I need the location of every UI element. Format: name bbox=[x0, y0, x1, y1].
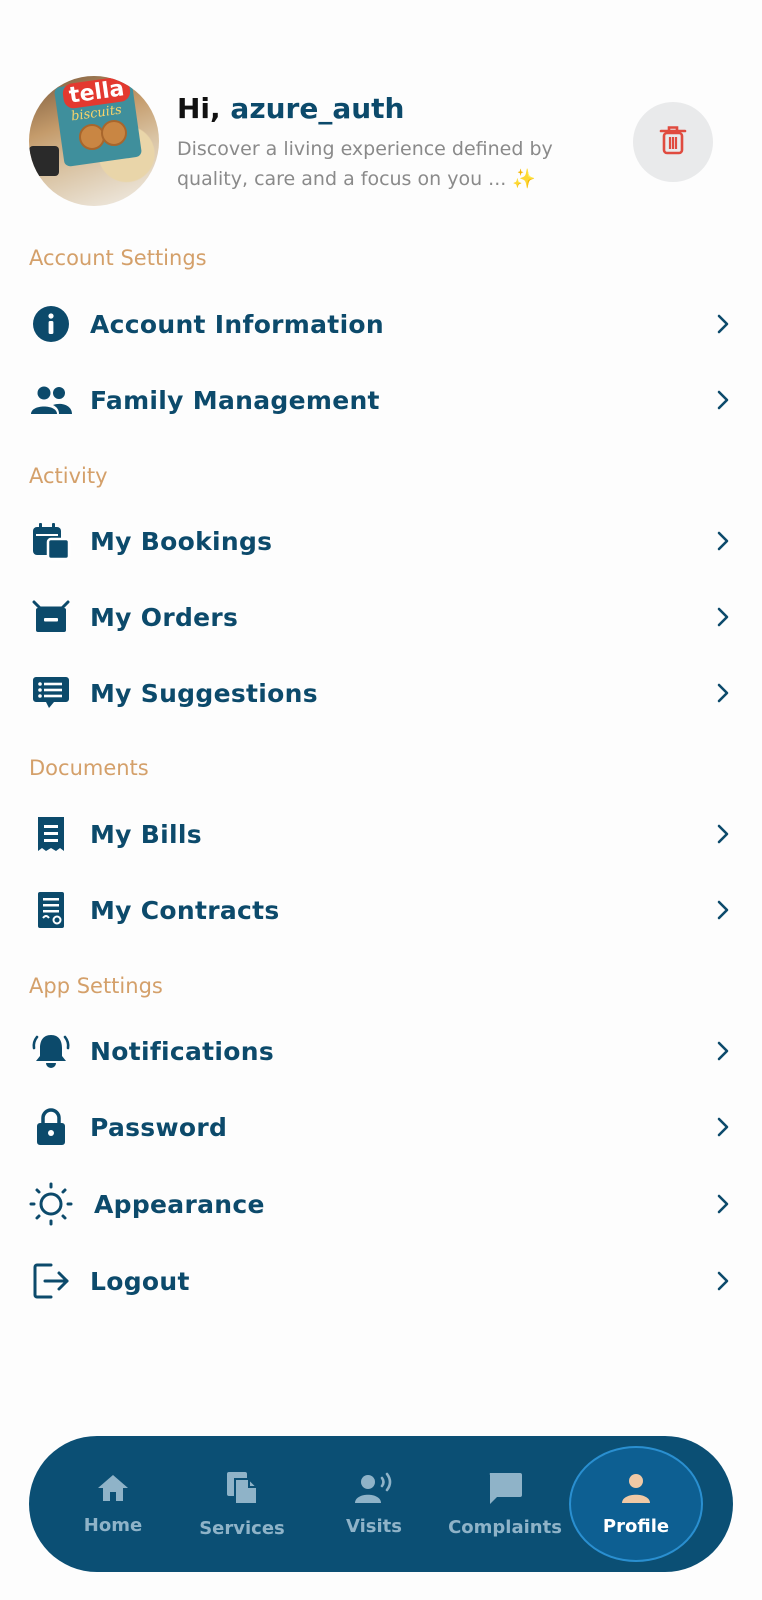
suggestion-icon bbox=[29, 671, 73, 715]
basket-icon bbox=[29, 595, 73, 639]
nav-services[interactable]: Services bbox=[177, 1436, 307, 1572]
sun-icon bbox=[29, 1182, 73, 1226]
chevron-right-icon bbox=[712, 313, 734, 335]
section-title-account-settings: Account Settings bbox=[29, 246, 207, 270]
chevron-right-icon bbox=[712, 606, 734, 628]
menu-item-label: My Contracts bbox=[90, 895, 280, 925]
greeting-subtitle: Discover a living experience defined by … bbox=[177, 138, 553, 190]
section-title-documents: Documents bbox=[29, 756, 149, 780]
avatar-photo-cookie bbox=[101, 120, 127, 146]
chevron-right-icon bbox=[712, 1193, 734, 1215]
menu-item-label: My Bills bbox=[90, 819, 202, 849]
menu-item-label: Appearance bbox=[94, 1189, 265, 1219]
menu-item-label: Account Information bbox=[90, 309, 385, 339]
nav-label: Home bbox=[83, 1514, 143, 1536]
nav-profile[interactable]: Profile bbox=[571, 1448, 701, 1560]
chat-icon bbox=[487, 1471, 523, 1509]
chevron-right-icon bbox=[712, 899, 734, 921]
menu-item-label: My Orders bbox=[90, 602, 239, 632]
chevron-right-icon bbox=[712, 1270, 734, 1292]
people-icon bbox=[29, 378, 73, 422]
section-title-activity: Activity bbox=[29, 464, 108, 488]
menu-item-label: My Suggestions bbox=[90, 678, 318, 708]
menu-item-family-management[interactable]: Family Management bbox=[29, 372, 734, 428]
nav-visits[interactable]: Visits bbox=[309, 1436, 439, 1572]
menu-item-label: Notifications bbox=[90, 1036, 275, 1066]
contract-icon bbox=[29, 888, 73, 932]
username: azure_auth bbox=[230, 92, 405, 125]
greeting-prefix: Hi, bbox=[177, 92, 221, 125]
menu-item-my-orders[interactable]: My Orders bbox=[29, 589, 734, 645]
menu-item-label: My Bookings bbox=[90, 526, 273, 556]
greeting: Hi, azure_auth bbox=[177, 92, 405, 125]
nav-label: Profile bbox=[602, 1515, 670, 1537]
home-icon bbox=[96, 1473, 130, 1507]
nav-complaints[interactable]: Complaints bbox=[440, 1436, 570, 1572]
chevron-right-icon bbox=[712, 823, 734, 845]
menu-item-appearance[interactable]: Appearance bbox=[29, 1176, 734, 1232]
menu-item-account-information[interactable]: Account Information bbox=[29, 296, 734, 352]
menu-item-label: Family Management bbox=[90, 385, 380, 415]
nav-label: Services bbox=[199, 1517, 285, 1539]
receipt-icon bbox=[29, 812, 73, 856]
menu-item-notifications[interactable]: Notifications bbox=[29, 1023, 734, 1079]
chevron-right-icon bbox=[712, 389, 734, 411]
lock-icon bbox=[29, 1105, 73, 1149]
menu-item-label: Logout bbox=[90, 1266, 190, 1296]
menu-item-my-bills[interactable]: My Bills bbox=[29, 806, 734, 862]
menu-item-label: Password bbox=[90, 1112, 228, 1142]
calendar-icon bbox=[29, 519, 73, 563]
nav-home[interactable]: Home bbox=[48, 1436, 178, 1572]
info-icon bbox=[29, 302, 73, 346]
delete-account-button[interactable] bbox=[633, 102, 713, 182]
profile-header: tella biscuits Hi, azure_auth Discover a… bbox=[29, 76, 729, 206]
logout-icon bbox=[29, 1259, 73, 1303]
bell-icon bbox=[29, 1029, 73, 1073]
chevron-right-icon bbox=[712, 530, 734, 552]
trash-icon bbox=[659, 124, 687, 160]
copy-icon bbox=[225, 1470, 259, 1510]
avatar-photo-shadow bbox=[29, 146, 59, 176]
nav-label: Complaints bbox=[448, 1516, 562, 1538]
menu-item-logout[interactable]: Logout bbox=[29, 1253, 734, 1309]
person-voice-icon bbox=[354, 1472, 394, 1508]
chevron-right-icon bbox=[712, 1116, 734, 1138]
chevron-right-icon bbox=[712, 682, 734, 704]
person-icon bbox=[621, 1472, 651, 1508]
menu-item-my-suggestions[interactable]: My Suggestions bbox=[29, 665, 734, 721]
chevron-right-icon bbox=[712, 1040, 734, 1062]
bottom-navigation-bar: Home Services Visits Complaints Profile bbox=[29, 1436, 733, 1572]
menu-item-my-contracts[interactable]: My Contracts bbox=[29, 882, 734, 938]
menu-item-my-bookings[interactable]: My Bookings bbox=[29, 513, 734, 569]
menu-item-password[interactable]: Password bbox=[29, 1099, 734, 1155]
avatar[interactable]: tella biscuits bbox=[29, 76, 159, 206]
section-title-app-settings: App Settings bbox=[29, 974, 163, 998]
nav-label: Visits bbox=[346, 1515, 402, 1537]
